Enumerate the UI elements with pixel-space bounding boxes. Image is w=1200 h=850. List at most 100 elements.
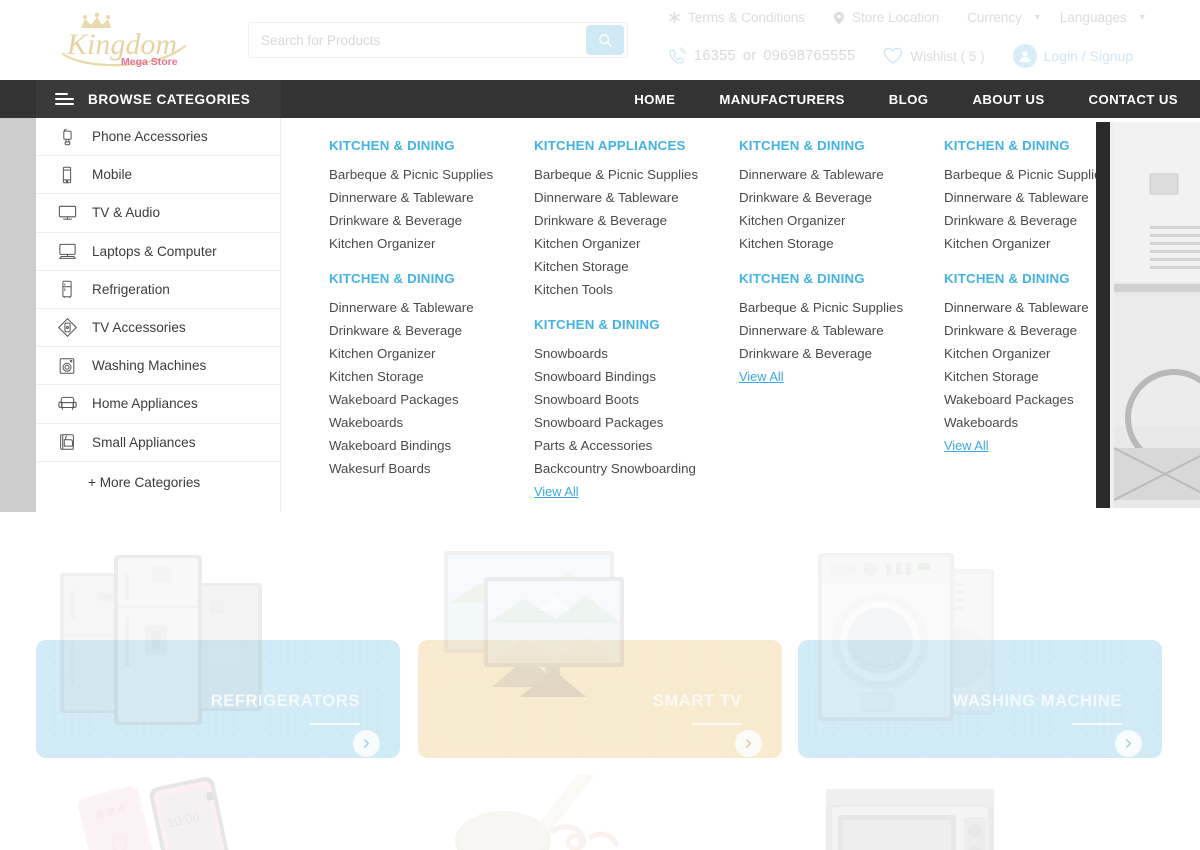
mega-link[interactable]: Kitchen Organizer (329, 232, 518, 255)
mega-link[interactable]: Wakeboard Packages (329, 388, 518, 411)
mega-link[interactable]: Kitchen Tools (534, 278, 723, 301)
mega-group: KITCHEN & DINING Barbeque & Picnic Suppl… (329, 138, 518, 255)
mega-link[interactable]: Wakesurf Boards (329, 457, 518, 480)
sidebar-item-phone-accessories[interactable]: Phone Accessories (36, 118, 280, 156)
mega-link[interactable]: Dinnerware & Tableware (329, 186, 518, 209)
banner-smart-tv[interactable]: SMART TV (418, 545, 782, 775)
mega-group-title[interactable]: KITCHEN & DINING (329, 138, 518, 153)
mega-link[interactable]: Kitchen Organizer (534, 232, 723, 255)
mega-link[interactable]: Drinkware & Beverage (739, 186, 928, 209)
mega-link[interactable]: Kitchen Organizer (329, 342, 518, 365)
mega-link[interactable]: Kitchen Storage (739, 232, 928, 255)
banner-refrigerators[interactable]: REFRIGERATORS (36, 545, 400, 775)
banner-arrow-button[interactable] (1115, 730, 1142, 757)
banner-arrow-button[interactable] (735, 730, 762, 757)
mega-link[interactable]: Drinkware & Beverage (329, 319, 518, 342)
mega-link[interactable]: Drinkware & Beverage (534, 209, 723, 232)
search-input[interactable] (249, 23, 586, 57)
banner-title: REFRIGERATORS (211, 690, 360, 713)
sidebar-item-tv-audio[interactable]: TV & Audio (36, 194, 280, 232)
banner-arrow-button[interactable] (353, 730, 380, 757)
smartphone-icon (56, 164, 78, 186)
mega-link[interactable]: Snowboards (534, 342, 723, 365)
nav-link-about-us[interactable]: ABOUT US (950, 92, 1066, 107)
mega-group-title[interactable]: KITCHEN & DINING (534, 317, 723, 332)
pink-smartphones-image[interactable]: 10:00 (60, 775, 240, 850)
mega-link[interactable]: Barbeque & Picnic Supplies (534, 163, 723, 186)
mega-group-title[interactable]: KITCHEN & DINING (739, 138, 928, 153)
hamburger-icon (55, 93, 74, 105)
phone-contact[interactable]: 16355 or 09698765555 (668, 47, 855, 66)
banner-title: SMART TV (653, 690, 742, 713)
mega-group-title[interactable]: KITCHEN APPLIANCES (534, 138, 723, 153)
mega-group: KITCHEN & DINING Snowboards Snowboard Bi… (534, 317, 723, 501)
search-bar[interactable] (248, 22, 628, 58)
toaster-icon (56, 431, 78, 453)
wishlist-label: Wishlist ( 5 ) (910, 49, 984, 64)
sidebar-item-small-appliances[interactable]: Small Appliances (36, 424, 280, 462)
mega-link[interactable]: Kitchen Storage (534, 255, 723, 278)
mega-link[interactable]: Dinnerware & Tableware (739, 163, 928, 186)
sidebar-item-label: TV & Audio (92, 205, 160, 220)
banner-divider (692, 723, 742, 726)
mega-link[interactable]: Barbeque & Picnic Supplies (329, 163, 518, 186)
banner-washing-machine[interactable]: WASHING MACHINE (798, 545, 1162, 775)
nav-link-manufacturers[interactable]: MANUFACTURERS (697, 92, 866, 107)
mega-link[interactable]: Drinkware & Beverage (739, 342, 928, 365)
nav-link-blog[interactable]: BLOG (867, 92, 951, 107)
mega-link[interactable]: Dinnerware & Tableware (534, 186, 723, 209)
asterisk-icon (668, 11, 681, 24)
sidebar-item-mobile[interactable]: Mobile (36, 156, 280, 194)
mega-link[interactable]: Snowboard Bindings (534, 365, 723, 388)
mega-link[interactable]: Kitchen Storage (329, 365, 518, 388)
browse-categories-button[interactable]: BROWSE CATEGORIES (36, 80, 281, 118)
mega-link[interactable]: Snowboard Boots (534, 388, 723, 411)
mega-link[interactable]: Dinnerware & Tableware (329, 296, 518, 319)
sidebar-item-laptops-computer[interactable]: Laptops & Computer (36, 233, 280, 271)
mega-link[interactable]: Barbeque & Picnic Supplies (739, 296, 928, 319)
sidebar-item-label: Refrigeration (92, 282, 170, 297)
mega-menu-panel: Phone Accessories Mobile (0, 118, 1200, 512)
main-navigation-bar: BROWSE CATEGORIES HOME MANUFACTURERS BLO… (0, 80, 1200, 118)
microwave-oven-image[interactable] (818, 775, 1018, 850)
mega-link[interactable]: Drinkware & Beverage (329, 209, 518, 232)
login-signup-label: Login / Signup (1044, 48, 1134, 64)
view-all-link[interactable]: View All (944, 438, 989, 453)
view-all-link[interactable]: View All (739, 369, 784, 384)
mega-link[interactable]: Wakeboard Bindings (329, 434, 518, 457)
refrigerator-icon (56, 278, 78, 300)
currency-selector[interactable]: Currency ▾ (967, 10, 1040, 25)
terms-and-conditions-link[interactable]: Terms & Conditions (668, 10, 805, 25)
mega-group-title[interactable]: KITCHEN & DINING (739, 271, 928, 286)
more-categories-button[interactable]: + More Categories (36, 462, 280, 504)
sidebar-item-tv-accessories[interactable]: TV Accessories (36, 309, 280, 347)
mega-link[interactable]: Wakeboards (329, 411, 518, 434)
view-all-link[interactable]: View All (534, 484, 579, 499)
site-logo[interactable]: Kingdom Mega Store (45, 12, 215, 68)
store-location-link[interactable]: Store Location (833, 10, 939, 25)
mega-menu-columns: KITCHEN & DINING Barbeque & Picnic Suppl… (282, 118, 1149, 512)
search-button[interactable] (586, 25, 624, 55)
category-sidebar: Phone Accessories Mobile (36, 118, 281, 512)
mega-link[interactable]: Kitchen Organizer (739, 209, 928, 232)
sidebar-item-refrigeration[interactable]: Refrigeration (36, 271, 280, 309)
mega-link[interactable]: Parts & Accessories (534, 434, 723, 457)
cookware-pan-image[interactable] (445, 775, 655, 850)
sidebar-item-home-appliances[interactable]: Home Appliances (36, 385, 280, 423)
mega-group: KITCHEN & DINING Barbeque & Picnic Suppl… (739, 271, 928, 386)
sidebar-item-label: Washing Machines (92, 358, 206, 373)
mega-link[interactable]: Dinnerware & Tableware (739, 319, 928, 342)
mega-link[interactable]: Backcountry Snowboarding (534, 457, 723, 480)
nav-link-home[interactable]: HOME (612, 92, 697, 107)
mega-link[interactable]: Snowboard Packages (534, 411, 723, 434)
mega-group: KITCHEN & DINING Dinnerware & Tableware … (329, 271, 518, 480)
account-link[interactable]: Login / Signup (1013, 44, 1134, 68)
sidebar-item-washing-machines[interactable]: Washing Machines (36, 347, 280, 385)
wishlist-link[interactable]: Wishlist ( 5 ) (883, 47, 984, 65)
sidebar-item-label: Phone Accessories (92, 129, 208, 144)
mega-group-title[interactable]: KITCHEN & DINING (329, 271, 518, 286)
nav-link-contact-us[interactable]: CONTACT US (1067, 92, 1200, 107)
sidebar-item-label: Laptops & Computer (92, 244, 217, 259)
mega-column: KITCHEN & DINING Barbeque & Picnic Suppl… (329, 138, 534, 512)
language-selector[interactable]: Languages ▾ (1060, 10, 1145, 25)
